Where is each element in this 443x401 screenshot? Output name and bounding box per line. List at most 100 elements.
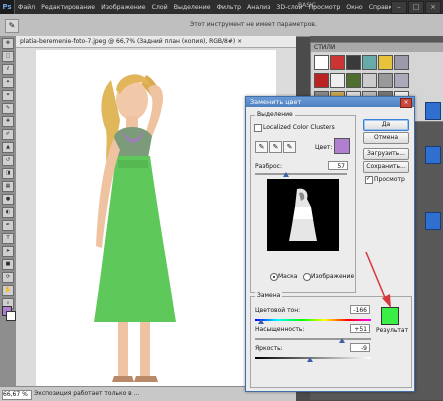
menu-bar: Ps Файл Редактирование Изображение Слой …: [0, 0, 443, 14]
style-swatch[interactable]: [378, 55, 393, 70]
toolbox: ✥ □ ℓ ✦ ⌗ ✎ ✚ ✐ ▲ ↺ ◨ ▦ ● ◐ ✒ T ➤ ■ ⟳ ✋ …: [0, 36, 17, 400]
crop-tool-icon[interactable]: ⌗: [2, 90, 14, 101]
clone-stamp-icon[interactable]: ▲: [2, 142, 14, 153]
healing-brush-icon[interactable]: ✚: [2, 116, 14, 127]
status-message: Экспозиция работает только в ...: [34, 390, 140, 397]
load-button[interactable]: Загрузить...: [363, 148, 409, 160]
annotation-arrow-icon: [365, 251, 391, 308]
hand-tool-icon[interactable]: ✋: [2, 285, 14, 296]
photoshop-logo: Ps: [0, 0, 15, 14]
saturation-slider-thumb[interactable]: [339, 338, 345, 343]
style-swatch[interactable]: [362, 73, 377, 88]
type-tool-icon[interactable]: T: [2, 233, 14, 244]
menu-analysis[interactable]: Анализ: [244, 4, 273, 11]
menu-filter[interactable]: Фильтр: [214, 4, 244, 11]
layer-thumbnail[interactable]: [425, 102, 441, 120]
selection-legend: Выделение: [255, 111, 295, 118]
maximize-icon[interactable]: □: [408, 1, 424, 14]
marquee-tool-icon[interactable]: □: [2, 51, 14, 62]
menu-layer[interactable]: Слой: [149, 4, 171, 11]
style-swatch[interactable]: [314, 55, 329, 70]
styles-panel-title: СТИЛИ: [311, 43, 443, 52]
preview-label: Просмотр: [374, 176, 405, 183]
path-select-icon[interactable]: ➤: [2, 246, 14, 257]
menu-edit[interactable]: Редактирование: [38, 4, 98, 11]
move-tool-icon[interactable]: ✥: [2, 38, 14, 49]
localized-clusters-checkbox[interactable]: [254, 124, 262, 132]
menu-select[interactable]: Выделение: [171, 4, 214, 11]
ok-button[interactable]: Да: [363, 119, 409, 131]
dialog-close-icon[interactable]: ×: [400, 98, 412, 108]
window-controls: – □ ×: [391, 1, 441, 14]
color-label: Цвет:: [315, 144, 333, 151]
style-swatch[interactable]: [346, 55, 361, 70]
fuzziness-input[interactable]: 57: [328, 161, 348, 170]
style-swatch[interactable]: [394, 73, 409, 88]
preview-checkbox[interactable]: ✓: [365, 175, 373, 184]
menu-file[interactable]: Файл: [15, 4, 38, 11]
layer-thumbnail[interactable]: [425, 212, 441, 230]
mask-radio[interactable]: [270, 273, 278, 281]
shape-tool-icon[interactable]: ■: [2, 259, 14, 270]
saturation-slider[interactable]: [255, 338, 371, 340]
style-swatch[interactable]: [314, 73, 329, 88]
eyedropper-icon[interactable]: ✎: [255, 141, 268, 153]
document-tab[interactable]: platia-beremenie-foto-7.jpeg @ 66,7% (За…: [16, 36, 296, 48]
photo-woman-green-dress: [94, 74, 176, 382]
blur-tool-icon[interactable]: ●: [2, 194, 14, 205]
style-swatch[interactable]: [330, 55, 345, 70]
cancel-button[interactable]: Отмена: [363, 132, 409, 144]
style-swatch[interactable]: [362, 55, 377, 70]
mask-radio-label: Маска: [278, 273, 298, 280]
style-swatch[interactable]: [346, 73, 361, 88]
dialog-titlebar[interactable]: Заменить цвет ×: [246, 97, 414, 108]
zoom-field[interactable]: 66,67 %: [2, 390, 32, 400]
hue-label: Цветовой тон:: [255, 307, 301, 314]
brush-tool-icon[interactable]: ✐: [2, 129, 14, 140]
image-radio[interactable]: [303, 273, 311, 281]
eyedropper-tool-icon[interactable]: ✎: [2, 103, 14, 114]
eyedropper-minus-icon[interactable]: ✎: [283, 141, 296, 153]
replace-color-dialog: Заменить цвет × Выделение Localized Colo…: [245, 96, 415, 392]
fuzziness-slider[interactable]: [255, 173, 347, 175]
canvas[interactable]: [36, 50, 276, 390]
magic-wand-icon[interactable]: ✦: [2, 77, 14, 88]
close-icon[interactable]: ×: [425, 1, 441, 14]
history-brush-icon[interactable]: ↺: [2, 155, 14, 166]
options-bar: ✎ Этот инструмент не имеет параметров.: [0, 14, 443, 37]
fuzziness-slider-thumb[interactable]: [283, 172, 289, 177]
workspace-label[interactable]: BASIC: [298, 2, 316, 9]
lightness-slider[interactable]: [255, 357, 371, 359]
lasso-tool-icon[interactable]: ℓ: [2, 64, 14, 75]
layer-thumbnail[interactable]: [425, 146, 441, 164]
result-label: Результат: [376, 327, 409, 334]
check-icon: ✓: [366, 175, 372, 182]
localized-clusters-label: Localized Color Clusters: [263, 124, 335, 131]
3d-rotate-icon[interactable]: ⟳: [2, 272, 14, 283]
eyedropper-icon[interactable]: ✎: [5, 19, 19, 33]
save-button[interactable]: Сохранить...: [363, 161, 409, 173]
background-color-swatch[interactable]: [6, 311, 16, 321]
image-radio-label: Изображение: [311, 273, 355, 280]
eyedropper-plus-icon[interactable]: ✎: [269, 141, 282, 153]
gradient-tool-icon[interactable]: ▦: [2, 181, 14, 192]
lightness-label: Яркость:: [255, 345, 283, 352]
style-swatch[interactable]: [330, 73, 345, 88]
style-swatch[interactable]: [394, 55, 409, 70]
lightness-input[interactable]: -9: [350, 343, 370, 352]
lightness-slider-thumb[interactable]: [307, 357, 313, 362]
hue-slider-thumb[interactable]: [258, 319, 264, 324]
menu-window[interactable]: Окно: [343, 4, 365, 11]
pen-tool-icon[interactable]: ✒: [2, 220, 14, 231]
dodge-tool-icon[interactable]: ◐: [2, 207, 14, 218]
eraser-tool-icon[interactable]: ◨: [2, 168, 14, 179]
selection-preview: [267, 179, 339, 251]
selected-color-swatch[interactable]: [334, 138, 350, 154]
style-swatch[interactable]: [378, 73, 393, 88]
hue-slider[interactable]: [255, 319, 371, 321]
fuzziness-label: Разброс:: [255, 163, 282, 170]
saturation-input[interactable]: +51: [350, 324, 370, 333]
preview-mask-silhouette: [289, 188, 317, 241]
minimize-icon[interactable]: –: [391, 1, 407, 14]
menu-image[interactable]: Изображение: [98, 4, 149, 11]
